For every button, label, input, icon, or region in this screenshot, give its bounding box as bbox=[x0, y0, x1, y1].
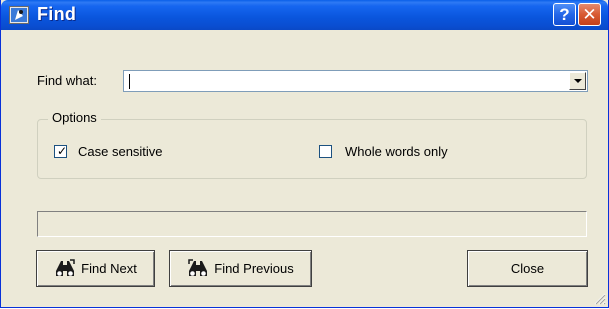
find-previous-label: Find Previous bbox=[214, 261, 294, 276]
find-what-label: Find what: bbox=[37, 73, 97, 88]
chevron-down-icon bbox=[573, 79, 582, 83]
close-button[interactable]: Close bbox=[467, 250, 588, 287]
close-window-button[interactable]: ✕ bbox=[578, 3, 601, 26]
find-dialog: Find ? ✕ Find what: Options ✓ Case sensi… bbox=[0, 0, 609, 308]
binoculars-icon bbox=[187, 258, 209, 279]
resize-grip-icon[interactable] bbox=[592, 291, 606, 305]
text-caret bbox=[129, 74, 130, 89]
close-label: Close bbox=[510, 261, 545, 276]
search-progress-bar bbox=[37, 211, 587, 237]
case-sensitive-label[interactable]: Case sensitive bbox=[78, 144, 163, 159]
window-title: Find bbox=[37, 4, 77, 24]
find-app-icon bbox=[9, 6, 29, 24]
find-next-button[interactable]: Find Next bbox=[36, 250, 155, 287]
find-what-dropdown-button[interactable] bbox=[569, 72, 586, 90]
check-mark-icon: ✓ bbox=[57, 144, 68, 158]
find-previous-button[interactable]: Find Previous bbox=[169, 250, 312, 287]
find-next-label: Find Next bbox=[81, 261, 137, 276]
find-what-combobox[interactable] bbox=[123, 70, 588, 92]
title-bar[interactable]: Find ? ✕ bbox=[1, 0, 608, 30]
whole-words-checkbox[interactable] bbox=[319, 145, 332, 158]
binoculars-icon bbox=[54, 258, 76, 279]
help-button[interactable]: ? bbox=[553, 3, 576, 26]
case-sensitive-checkbox[interactable]: ✓ bbox=[54, 144, 68, 158]
whole-words-label[interactable]: Whole words only bbox=[345, 144, 448, 159]
options-group-label: Options bbox=[48, 110, 101, 125]
